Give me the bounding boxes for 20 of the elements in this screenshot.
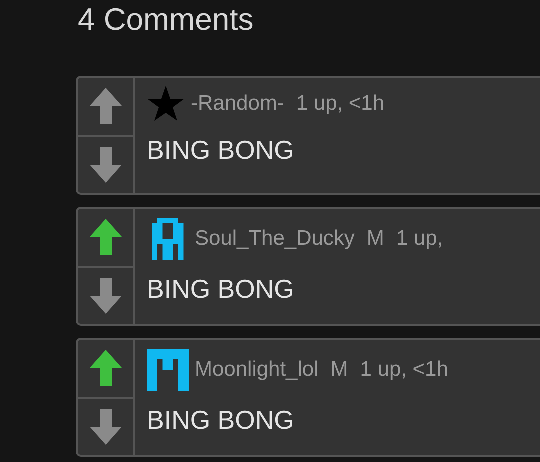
star-avatar-icon xyxy=(147,86,185,122)
username-link[interactable]: -Random- xyxy=(191,87,284,121)
comment-meta: 1 up, xyxy=(396,226,444,252)
username-link[interactable]: Moonlight_lol xyxy=(195,353,319,387)
up-arrow-icon xyxy=(88,218,122,256)
down-arrow-icon xyxy=(88,276,122,315)
comment-text: BING BONG xyxy=(147,134,296,167)
comment-text: BING BONG xyxy=(147,404,296,437)
comment-text: BING BONG xyxy=(147,273,296,306)
down-arrow-icon xyxy=(88,408,122,446)
username-link[interactable]: Soul_The_Ducky xyxy=(195,222,355,256)
moderator-label: M xyxy=(366,226,384,252)
moderator-label: M xyxy=(330,357,348,383)
up-arrow-icon xyxy=(88,87,122,126)
pixel-avatar-icon xyxy=(147,348,189,392)
down-arrow-icon xyxy=(88,146,122,184)
comment-meta: 1 up, <1h xyxy=(360,357,448,383)
up-arrow-icon xyxy=(88,349,122,388)
comment-meta: 1 up, <1h xyxy=(296,91,385,117)
comments-heading: 4 Comments xyxy=(78,1,255,39)
